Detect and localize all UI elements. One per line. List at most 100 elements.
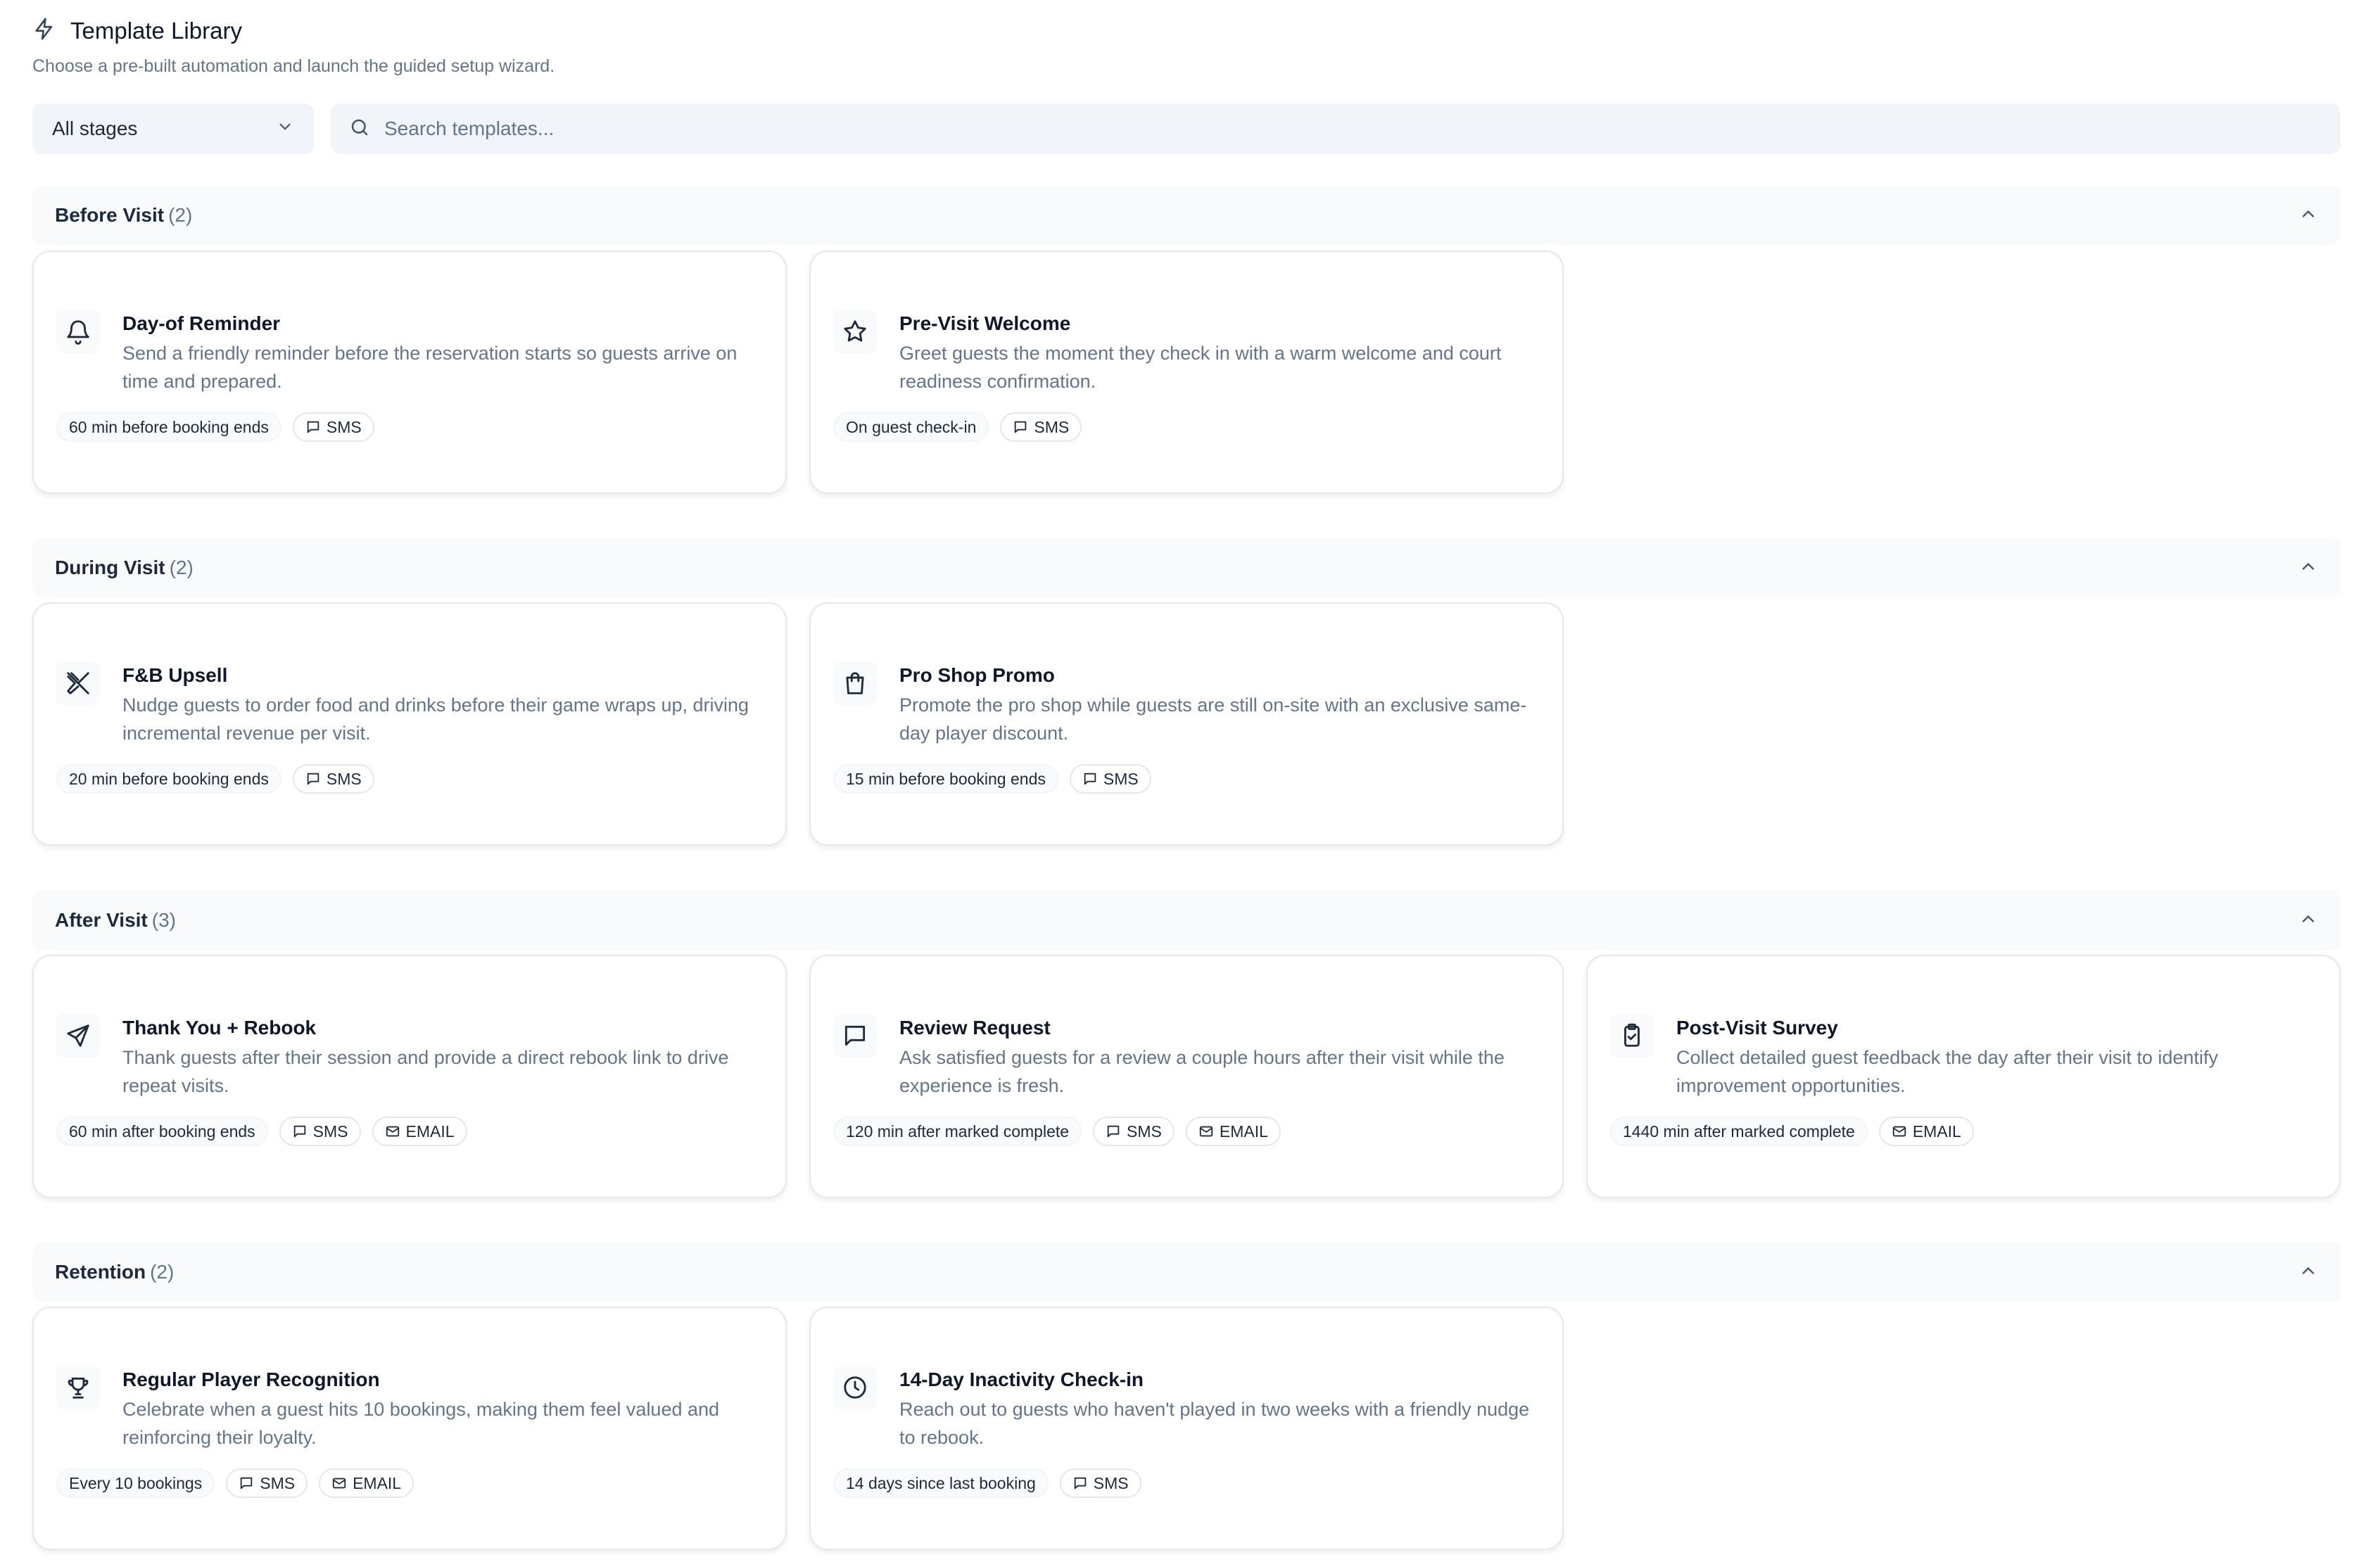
card-description: Greet guests the moment they check in wi… [899,343,1502,392]
card-grid: Day-of Reminder Send a friendly reminder … [32,250,1564,494]
channel-label: EMAIL [1912,1122,1961,1141]
card-description: Promote the pro shop while guests are st… [899,694,1527,744]
card-description: Nudge guests to order food and drinks be… [122,694,749,744]
chevron-up-icon[interactable] [2298,1261,2318,1284]
section-header[interactable]: During Visit (2) [32,538,2341,597]
template-card[interactable]: Day-of Reminder Send a friendly reminder … [32,250,787,494]
card-title: Thank You + Rebook [122,1017,317,1039]
page-title: Template Library [70,17,242,44]
search-icon [349,117,370,141]
card-body: Regular Player Recognition Celebrate when… [122,1367,761,1452]
card-description: Collect detailed guest feedback the day … [1676,1047,2218,1096]
card-body: F&B Upsell Nudge guests to order food and… [122,663,761,747]
bell-icon [56,310,100,353]
template-card[interactable]: F&B Upsell Nudge guests to order food and… [32,602,787,846]
search-input[interactable] [383,117,2322,141]
card-tags: Every 10 bookings SMS EMAIL [56,1468,414,1498]
section-count: (2) [150,1261,175,1283]
section-name: Before Visit [55,204,165,226]
card-tags: 15 min before booking ends SMS [833,764,1151,794]
card-tags: 20 min before booking ends SMS [56,764,374,794]
channel-badge: SMS [1093,1117,1175,1146]
card-description: Reach out to guests who haven't played i… [899,1399,1530,1448]
card-tags: 60 min after booking ends SMS EMAIL [56,1117,467,1146]
channel-label: SMS [1034,417,1070,436]
channel-badge: SMS [292,764,374,794]
card-tags: 14 days since last booking SMS [833,1468,1141,1498]
card-grid: Regular Player Recognition Celebrate when… [32,1307,1564,1550]
card-title: Day-of Reminder [122,312,281,334]
section-count: (2) [169,557,194,578]
section-header[interactable]: After Visit (3) [32,891,2341,950]
channel-badge: SMS [292,412,374,442]
send-icon [56,1014,100,1058]
template-card[interactable]: Review Request Ask satisfied guests for a… [809,955,1564,1198]
channel-badge: EMAIL [1878,1117,1974,1146]
page-subtitle: Choose a pre-built automation and launch… [32,56,555,76]
trigger-badge: 14 days since last booking [833,1468,1049,1498]
message-square-icon [1106,1124,1121,1139]
template-card[interactable]: Thank You + Rebook Thank guests after the… [32,955,787,1198]
clipboard-check-icon [1610,1014,1654,1058]
channel-badge: EMAIL [319,1468,414,1498]
card-title: F&B Upsell [122,664,228,686]
channel-badge: SMS [1069,764,1151,794]
zap-icon [32,17,56,44]
clock-icon [833,1366,877,1409]
channel-label: SMS [326,769,362,788]
message-square-icon [239,1475,254,1491]
mail-icon [331,1475,347,1491]
card-description: Celebrate when a guest hits 10 bookings,… [122,1399,720,1448]
trigger-badge: Every 10 bookings [56,1468,215,1498]
card-description: Send a friendly reminder before the rese… [122,343,738,392]
template-card[interactable]: Regular Player Recognition Celebrate when… [32,1307,787,1550]
channel-label: SMS [1127,1122,1162,1141]
section-header[interactable]: Before Visit (2) [32,186,2341,245]
mail-icon [1892,1124,1907,1139]
template-card[interactable]: Pre-Visit Welcome Greet guests the moment… [809,250,1564,494]
message-square-icon [1082,771,1098,787]
chevron-up-icon[interactable] [2298,204,2318,227]
template-card[interactable]: 14-Day Inactivity Check-in Reach out to g… [809,1307,1564,1550]
card-body: 14-Day Inactivity Check-in Reach out to g… [899,1367,1538,1452]
trigger-badge: 15 min before booking ends [833,764,1058,794]
card-tags: 60 min before booking ends SMS [56,412,374,442]
card-title: Review Request [899,1017,1051,1039]
shopping-bag-icon [833,661,877,705]
section-heading: After Visit (3) [55,909,176,932]
section-header[interactable]: Retention (2) [32,1243,2341,1302]
star-icon [833,310,877,353]
card-grid: F&B Upsell Nudge guests to order food and… [32,602,1564,846]
card-title: Post-Visit Survey [1676,1017,1838,1039]
channel-label: EMAIL [405,1122,455,1141]
card-description: Ask satisfied guests for a review a coup… [899,1047,1505,1096]
card-grid: Thank You + Rebook Thank guests after the… [32,955,2341,1198]
channel-label: SMS [312,1122,348,1141]
chevron-up-icon[interactable] [2298,909,2318,932]
channel-badge: SMS [279,1117,361,1146]
channel-badge: SMS [1000,412,1082,442]
card-body: Day-of Reminder Send a friendly reminder … [122,311,761,395]
channel-label: SMS [326,417,362,436]
stage-select[interactable]: All stages [32,103,314,154]
template-card[interactable]: Post-Visit Survey Collect detailed guest … [1586,955,2341,1198]
search-box [331,103,2341,154]
message-square-icon [305,419,321,435]
mail-icon [1198,1124,1214,1139]
section-count: (3) [151,909,176,931]
section-name: After Visit [55,909,148,931]
channel-label: SMS [1103,769,1139,788]
message-square-icon [292,1124,308,1139]
trigger-badge: On guest check-in [833,412,989,442]
trophy-icon [56,1366,100,1409]
message-square-icon [1072,1475,1088,1491]
card-title: 14-Day Inactivity Check-in [899,1369,1144,1390]
card-title: Pro Shop Promo [899,664,1055,686]
card-tags: 120 min after marked complete SMS EMAIL [833,1117,1281,1146]
trigger-badge: 1440 min after marked complete [1610,1117,1868,1146]
card-tags: 1440 min after marked complete EMAIL [1610,1117,1974,1146]
template-card[interactable]: Pro Shop Promo Promote the pro shop while… [809,602,1564,846]
chevron-up-icon[interactable] [2298,557,2318,580]
section-heading: Retention (2) [55,1261,174,1283]
card-description: Thank guests after their session and pro… [122,1047,729,1096]
